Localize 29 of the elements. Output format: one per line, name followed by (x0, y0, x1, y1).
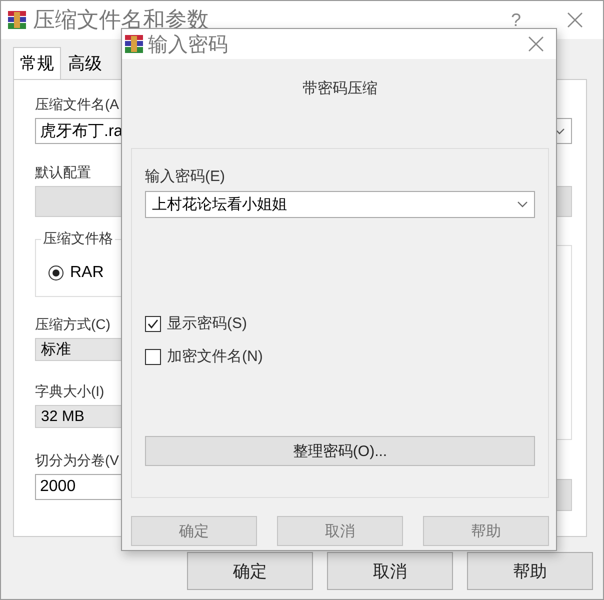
close-icon[interactable] (567, 12, 583, 28)
field-label: 默认配置 (35, 163, 91, 182)
checkbox[interactable] (145, 348, 161, 364)
dialog-button[interactable]: 确定 (187, 552, 313, 590)
chevron-down-icon[interactable] (517, 201, 528, 208)
dialog-heading: 带密码压缩 (302, 79, 378, 98)
radio-label: RAR (70, 264, 104, 282)
group-title: 压缩文件格 (41, 230, 115, 248)
dialog-title: 输入密码 (148, 32, 229, 58)
radio-button[interactable] (48, 265, 64, 281)
checkbox[interactable] (145, 316, 161, 332)
field-label: 切分为分卷(V (35, 451, 119, 470)
checkbox-label: 显示密码(S) (167, 314, 247, 333)
tab[interactable]: 常规 (13, 47, 61, 79)
checkbox-label: 加密文件名(N) (167, 347, 263, 366)
close-icon[interactable] (528, 36, 544, 52)
chevron-down-icon[interactable] (554, 128, 565, 134)
field-label: 压缩文件名(A (35, 95, 119, 114)
books-icon (124, 34, 144, 54)
organize-passwords-button[interactable]: 整理密码(O)... (145, 436, 535, 466)
tab[interactable]: 高级 (61, 47, 109, 79)
dialog-button[interactable]: 取消 (327, 552, 453, 590)
field-label: 输入密码(E) (145, 167, 225, 187)
password-field[interactable]: 上村花论坛看小姐姐 (145, 191, 535, 218)
field-label: 压缩方式(C) (35, 315, 110, 334)
dialog-button[interactable]: 帮助 (467, 552, 593, 590)
field-label: 字典大小(I) (35, 382, 104, 401)
books-icon (7, 10, 27, 30)
help-button[interactable]: ? (510, 10, 521, 30)
